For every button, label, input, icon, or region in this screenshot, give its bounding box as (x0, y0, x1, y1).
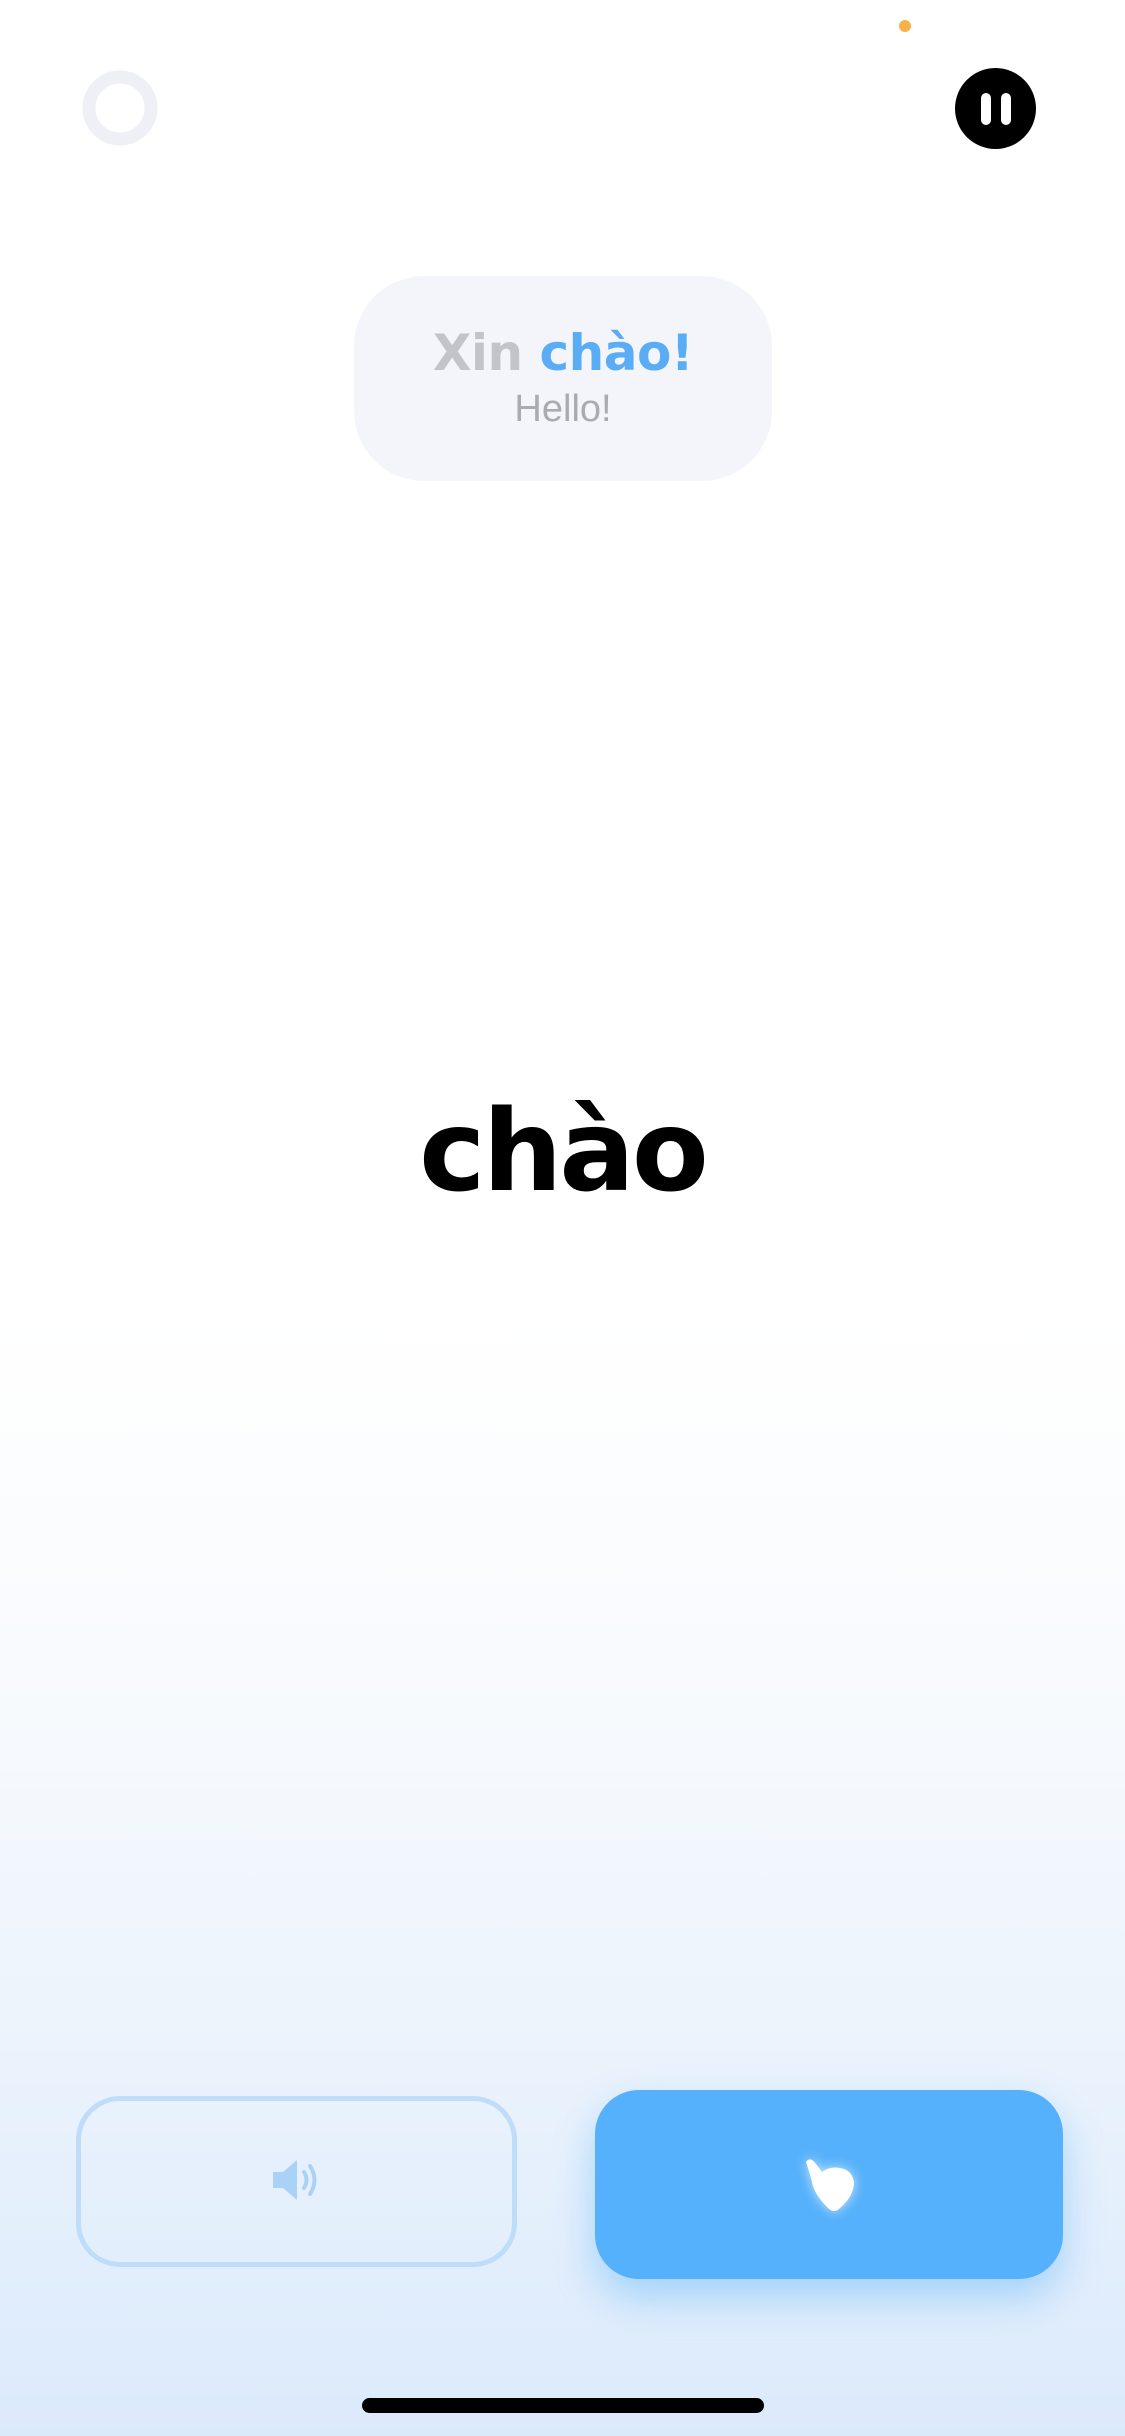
pause-icon (980, 92, 1011, 125)
pause-button[interactable] (955, 68, 1036, 149)
recording-indicator-dot (899, 20, 911, 32)
record-button[interactable] (595, 2090, 1063, 2279)
listen-button[interactable] (76, 2096, 517, 2267)
home-indicator (362, 2398, 764, 2413)
phrase-text: Xin chào! (432, 324, 694, 383)
target-word: chào (419, 1087, 709, 1217)
speaker-icon (269, 2156, 325, 2207)
phrase-translation: Hello! (514, 388, 612, 431)
phrase-highlight-word: chào! (539, 324, 694, 383)
hand-icon (800, 2152, 858, 2217)
progress-ring-icon (81, 69, 159, 147)
phrase-prefix: Xin (432, 324, 540, 383)
phrase-card: Xin chào! Hello! (354, 276, 772, 481)
